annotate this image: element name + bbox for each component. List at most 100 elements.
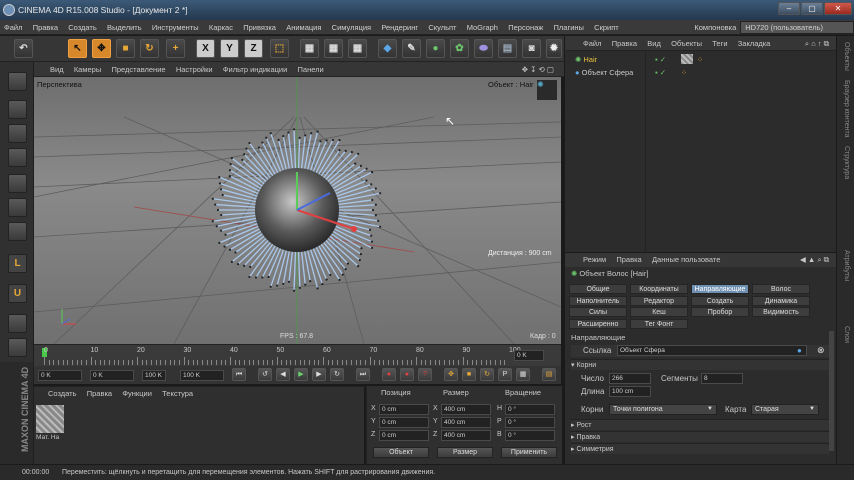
material-swatch[interactable] xyxy=(36,405,64,433)
key-scale-button[interactable]: ■ xyxy=(462,368,476,381)
pick-object-icon[interactable]: ⊗ xyxy=(817,345,825,356)
count-field[interactable]: 266 xyxy=(609,373,651,384)
coord-mode-dropdown[interactable]: Объект xyxy=(373,447,429,458)
snap-button[interactable]: U xyxy=(8,284,27,303)
attr-tab[interactable]: Видимость xyxy=(752,307,810,317)
render-picture-viewer-button[interactable]: ▦ xyxy=(324,39,343,58)
close-button[interactable]: ✕ xyxy=(824,2,852,15)
side-tab[interactable]: Структура xyxy=(843,146,850,179)
subdivision-button[interactable]: ● xyxy=(426,39,445,58)
attr-menu-mode[interactable]: Режим xyxy=(579,253,610,267)
camera-button[interactable]: ◙ xyxy=(522,39,541,58)
perspective-viewport[interactable]: ✺ xyxy=(34,77,561,344)
menu-tools[interactable]: Инструменты xyxy=(148,20,203,35)
material-tag-icon[interactable] xyxy=(681,54,693,64)
render-settings-button[interactable]: ▦ xyxy=(348,39,367,58)
vp-menu-options[interactable]: Настройки xyxy=(172,62,217,77)
axis-mode-button[interactable]: L xyxy=(8,254,27,273)
coord-position-field[interactable]: 0 cm xyxy=(379,430,429,441)
planar-workplane-button[interactable] xyxy=(8,338,27,357)
menu-create[interactable]: Создать xyxy=(64,20,101,35)
attr-tab[interactable]: Динамика xyxy=(752,295,810,306)
apply-button[interactable]: Применить xyxy=(501,447,557,458)
attr-scrollbar[interactable] xyxy=(829,331,834,451)
symmetry-group[interactable]: ▸ Симметрия xyxy=(571,443,829,454)
menu-character[interactable]: Персонаж xyxy=(504,20,547,35)
model-mode-button[interactable] xyxy=(8,100,27,119)
menu-render[interactable]: Рендеринг xyxy=(377,20,422,35)
lock-workplane-button[interactable] xyxy=(8,314,27,333)
deformer-button[interactable]: ⬬ xyxy=(474,39,493,58)
key-position-button[interactable]: ✥ xyxy=(444,368,458,381)
preview-start-field[interactable]: 0 K xyxy=(90,370,134,381)
live-selection-button[interactable]: ↖ xyxy=(68,39,87,58)
menu-mesh[interactable]: Каркас xyxy=(205,20,237,35)
play-button[interactable]: ▶ xyxy=(294,368,308,381)
layout-dropdown[interactable]: HD720 (пользователь) xyxy=(740,21,854,34)
vp-menu-view[interactable]: Вид xyxy=(46,62,68,77)
preview-end-field[interactable]: 100 K xyxy=(142,370,166,381)
side-tab[interactable]: Атрибуты xyxy=(843,250,850,281)
coord-size-mode-dropdown[interactable]: Размер xyxy=(437,447,493,458)
make-editable-button[interactable] xyxy=(8,72,27,91)
goto-start-button[interactable]: ⏮ xyxy=(232,368,246,381)
coord-size-field[interactable]: 400 cm xyxy=(441,430,491,441)
autokey-button[interactable]: ● xyxy=(400,368,414,381)
recent-tool-button[interactable]: + xyxy=(166,39,185,58)
attr-tab[interactable]: Пробор xyxy=(691,307,749,317)
object-row-hair[interactable]: ✺ Hair ▪ ✓ ⁘ xyxy=(575,54,825,66)
edges-mode-button[interactable] xyxy=(8,198,27,217)
menu-sculpt[interactable]: Скульпт xyxy=(424,20,460,35)
menu-plugins[interactable]: Плагины xyxy=(550,20,588,35)
attr-tab[interactable]: Создать xyxy=(691,295,749,306)
roots-group[interactable]: ▾ Корни xyxy=(571,359,829,370)
key-pla-button[interactable]: ▦ xyxy=(516,368,530,381)
segments-field[interactable]: 8 xyxy=(701,373,743,384)
floor-button[interactable]: ▤ xyxy=(498,39,517,58)
attr-tab[interactable]: Кеш xyxy=(630,307,688,317)
attr-tab[interactable]: Направляющие xyxy=(691,284,749,294)
obj-nav-icons[interactable]: ⌕ ⌂ ↑ ⧉ xyxy=(801,36,833,51)
map-dropdown[interactable]: Старая ▼ xyxy=(751,404,819,415)
key-param-button[interactable]: P xyxy=(498,368,512,381)
workplane-mode-button[interactable] xyxy=(8,148,27,167)
mat-menu-texture[interactable]: Текстура xyxy=(158,387,197,401)
end-frame-field[interactable]: 100 K xyxy=(180,370,224,381)
coord-rotation-field[interactable]: 0 ° xyxy=(505,417,555,428)
mat-menu-edit[interactable]: Правка xyxy=(83,387,116,401)
edit-group[interactable]: ▸ Правка xyxy=(571,431,829,442)
z-axis-toggle[interactable]: Z xyxy=(244,39,263,58)
goto-end-button[interactable]: ⏭ xyxy=(356,368,370,381)
key-rotation-button[interactable]: ↻ xyxy=(480,368,494,381)
polygons-mode-button[interactable] xyxy=(8,222,27,241)
attr-tab[interactable]: Расширенно xyxy=(569,318,627,329)
growth-group[interactable]: ▸ Рост xyxy=(571,419,829,430)
points-mode-button[interactable] xyxy=(8,174,27,193)
side-tab[interactable]: Слои xyxy=(843,326,850,343)
attr-tab[interactable]: Редактор xyxy=(630,295,688,306)
attr-tab[interactable]: Координаты xyxy=(630,284,688,294)
menu-snap[interactable]: Привязка xyxy=(239,20,280,35)
attr-menu-userdata[interactable]: Данные пользовате xyxy=(648,253,725,267)
vp-menu-filter[interactable]: Фильтр индикации xyxy=(219,62,291,77)
texture-mode-button[interactable] xyxy=(8,124,27,143)
coord-rotation-field[interactable]: 0 ° xyxy=(505,404,555,415)
menu-edit[interactable]: Правка xyxy=(29,20,62,35)
coord-position-field[interactable]: 0 cm xyxy=(379,417,429,428)
viewport-nav-icons[interactable]: ✥ ↧ ⟲ ▢ xyxy=(518,62,558,77)
vp-menu-panels[interactable]: Панели xyxy=(294,62,328,77)
light-button[interactable]: ✹ xyxy=(546,39,562,58)
scale-button[interactable]: ■ xyxy=(116,39,135,58)
start-frame-field[interactable]: 0 K xyxy=(38,370,82,381)
timeline-menu-button[interactable]: ▤ xyxy=(542,368,556,381)
next-frame-button[interactable]: ▶ xyxy=(312,368,326,381)
obj-menu-view[interactable]: Вид xyxy=(643,36,665,51)
coordinate-system-button[interactable]: ⬚ xyxy=(270,39,289,58)
y-axis-toggle[interactable]: Y xyxy=(220,39,239,58)
side-tab[interactable]: Браузер контента xyxy=(843,80,850,137)
roots-type-dropdown[interactable]: Точки полигона ▼ xyxy=(609,404,717,415)
obj-menu-edit[interactable]: Правка xyxy=(608,36,641,51)
attr-tab[interactable]: Тег Фонт xyxy=(630,318,688,329)
visibility-check-icon[interactable]: ▪ ✓ xyxy=(655,54,666,66)
mat-menu-function[interactable]: Функции xyxy=(118,387,156,401)
